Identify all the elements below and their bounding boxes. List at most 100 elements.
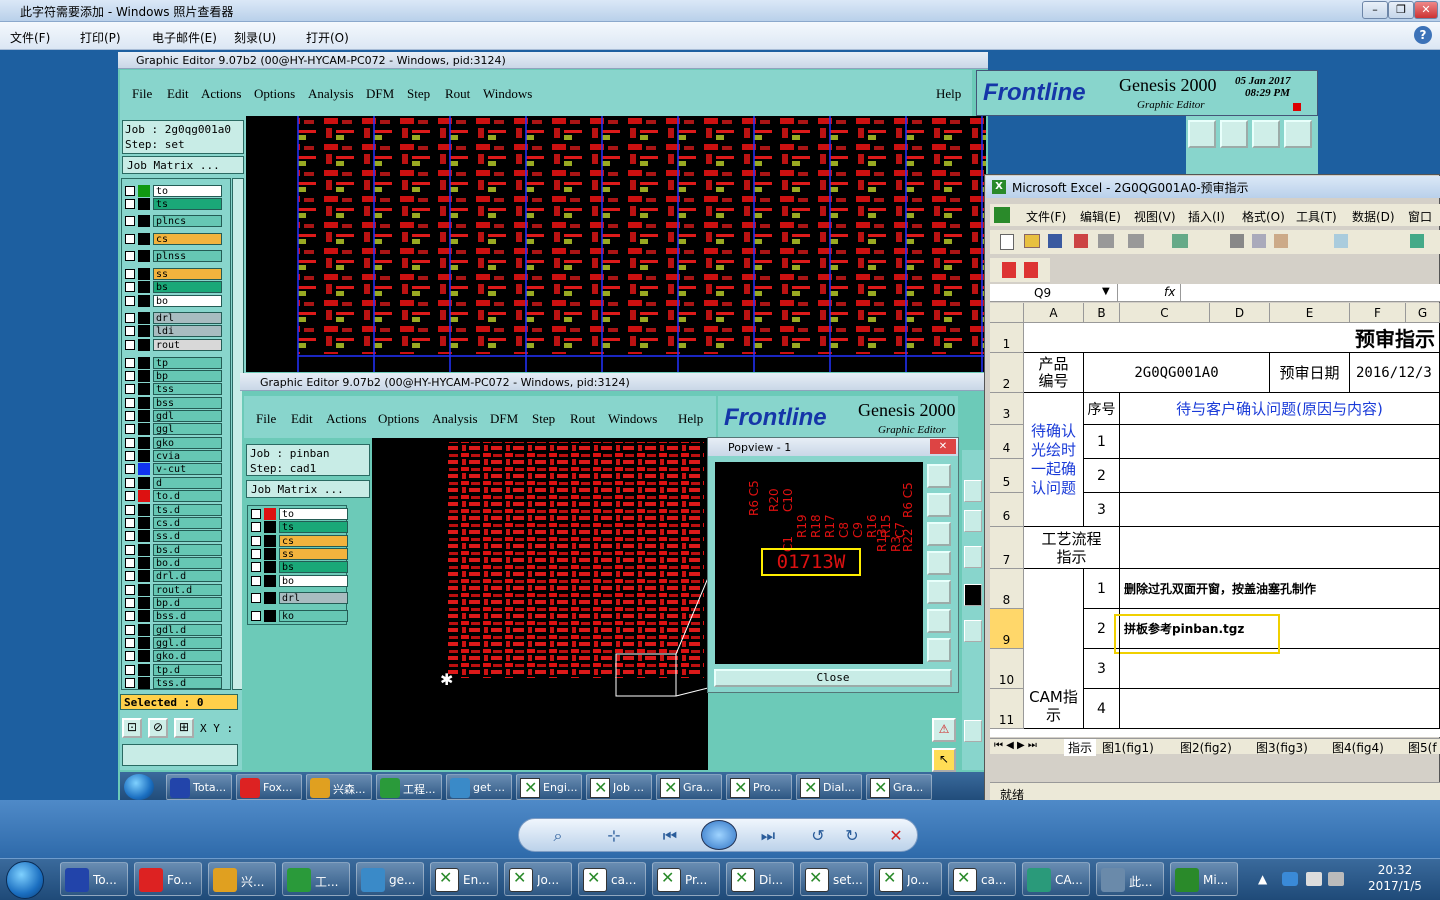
layer-row[interactable]: rout	[125, 339, 222, 351]
select-all-corner[interactable]	[990, 303, 1024, 323]
g2-tool-3-icon[interactable]	[964, 546, 982, 568]
xl-menu-data[interactable]: 数据(D)	[1352, 208, 1395, 225]
layer-row[interactable]: to.d	[125, 490, 222, 502]
taskbar-item[interactable]: 此...	[1096, 862, 1164, 896]
rotate-right-icon[interactable]: ↻	[841, 825, 863, 847]
minimize-button[interactable]: –	[1362, 1, 1388, 19]
g2-menu-windows[interactable]: Windows	[608, 411, 657, 427]
menu-print[interactable]: 打印(P)	[80, 29, 121, 46]
actual-size-icon[interactable]: ⊹	[603, 825, 625, 847]
layer-checkbox[interactable]	[125, 518, 135, 528]
sheet-title[interactable]: 预审指示	[1024, 323, 1440, 353]
inner-start-icon[interactable]	[124, 774, 154, 800]
layer-checkbox[interactable]	[125, 269, 135, 279]
layer-row[interactable]: cs	[125, 233, 222, 245]
row-header-3[interactable]: 3	[990, 393, 1024, 425]
inner-taskbar-item[interactable]: Engi...	[516, 774, 582, 800]
xl-menu-window[interactable]: 窗口	[1408, 208, 1432, 225]
layer-checkbox[interactable]	[251, 593, 261, 603]
layer-checkbox[interactable]	[125, 598, 135, 608]
process-label[interactable]: 工艺流程指示	[1024, 527, 1120, 569]
row-header-7[interactable]: 7	[990, 527, 1024, 569]
pop-zoom-in-icon[interactable]	[927, 464, 951, 488]
taskbar-item[interactable]: Di...	[726, 862, 794, 896]
layer-checkbox[interactable]	[125, 451, 135, 461]
pending-header[interactable]: 待与客户确认问题(原因与内容)	[1120, 393, 1440, 425]
measure-tool-icon[interactable]: ⊘	[148, 718, 168, 738]
pending-2[interactable]	[1120, 459, 1440, 493]
layer-row[interactable]: ldi	[125, 325, 222, 337]
hyperlink-icon[interactable]	[1410, 234, 1424, 248]
layer-row[interactable]: drl.d	[125, 570, 222, 582]
g2-menu-analysis[interactable]: Analysis	[432, 411, 478, 427]
layer-checkbox[interactable]	[125, 678, 135, 688]
network-icon[interactable]	[1282, 872, 1298, 886]
sheet-tab-fig4[interactable]: 图4(fig4)	[1332, 739, 1384, 756]
pending-3[interactable]	[1120, 493, 1440, 527]
save-file-icon[interactable]	[1048, 234, 1062, 248]
taskbar-item[interactable]: Fo...	[134, 862, 202, 896]
close-button[interactable]: ✕	[1414, 1, 1438, 19]
layer-checkbox[interactable]	[125, 199, 135, 209]
taskbar-item[interactable]: ca...	[948, 862, 1016, 896]
cam-seq-4[interactable]: 4	[1084, 689, 1120, 729]
cam-label[interactable]: CAM指示	[1024, 569, 1084, 729]
layer-checkbox[interactable]	[125, 585, 135, 595]
layer-checkbox[interactable]	[125, 558, 135, 568]
layer-row[interactable]: drl	[125, 312, 222, 324]
xl-menu-file[interactable]: 文件(F)	[1026, 208, 1066, 225]
g2-job-matrix-button[interactable]: Job Matrix ...	[246, 480, 370, 498]
taskbar-item[interactable]: Jo...	[504, 862, 572, 896]
inner-taskbar-item[interactable]: 兴森...	[306, 774, 372, 800]
gm-menu-step[interactable]: Step	[407, 86, 430, 102]
inner-taskbar-item[interactable]: get ...	[446, 774, 512, 800]
next-icon[interactable]: ⏭	[757, 825, 779, 847]
layer-checkbox[interactable]	[125, 384, 135, 394]
gm-menu-analysis[interactable]: Analysis	[308, 86, 354, 102]
layer-row[interactable]: bp	[125, 370, 222, 382]
product-label[interactable]: 产品编号	[1024, 353, 1084, 393]
layer-checkbox[interactable]	[125, 371, 135, 381]
cam-seq-1[interactable]: 1	[1084, 569, 1120, 609]
g2-tool-1-icon[interactable]	[964, 480, 982, 502]
layer-row[interactable]: rout.d	[125, 584, 222, 596]
inner-taskbar-item[interactable]: 工程...	[376, 774, 442, 800]
g2-menu-edit[interactable]: Edit	[291, 411, 313, 427]
open-file-icon[interactable]	[1024, 234, 1040, 248]
sheet-tab-instructions[interactable]: 指示	[1064, 739, 1097, 756]
layer-row[interactable]: plncs	[125, 215, 222, 227]
taskbar-item[interactable]: set...	[800, 862, 868, 896]
copy-icon[interactable]	[1252, 234, 1266, 248]
g2-layer-row[interactable]: ss	[251, 548, 348, 560]
new-file-icon[interactable]	[1000, 234, 1014, 250]
pop-move-icon[interactable]	[927, 609, 951, 633]
layer-row[interactable]: ss.d	[125, 530, 222, 542]
g2-layer-row[interactable]: bo	[251, 575, 348, 587]
taskbar-item[interactable]: Jo...	[874, 862, 942, 896]
row-header-10[interactable]: 10	[990, 649, 1024, 689]
xl-menu-tools[interactable]: 工具(T)	[1296, 208, 1337, 225]
pop-save-icon[interactable]	[927, 522, 951, 546]
g2-menu-options[interactable]: Options	[378, 411, 419, 427]
layer-checkbox[interactable]	[251, 576, 261, 586]
layer-checkbox[interactable]	[251, 522, 261, 532]
layer-checkbox[interactable]	[125, 571, 135, 581]
layer-checkbox[interactable]	[125, 411, 135, 421]
layer-row[interactable]: tp	[125, 357, 222, 369]
layer-checkbox[interactable]	[125, 313, 135, 323]
grid-tool-icon[interactable]: ⊞	[174, 718, 194, 738]
col-header-b[interactable]: B	[1084, 303, 1120, 323]
g2-tool-5-icon[interactable]	[964, 620, 982, 642]
layer-checkbox[interactable]	[125, 505, 135, 515]
sheet-tab-fig5[interactable]: 图5(f	[1408, 739, 1437, 756]
layer-checkbox[interactable]	[125, 438, 135, 448]
row-header-1[interactable]: 1	[990, 323, 1024, 353]
layer-row[interactable]: bp.d	[125, 597, 222, 609]
layer-checkbox[interactable]	[125, 491, 135, 501]
warning-icon[interactable]: ⚠	[932, 718, 956, 742]
seq-2[interactable]: 2	[1084, 459, 1120, 493]
layer-row[interactable]: cs.d	[125, 517, 222, 529]
layer-row[interactable]: bo	[125, 295, 222, 307]
g2-layer-row[interactable]: ts	[251, 521, 348, 533]
layer-checkbox[interactable]	[125, 251, 135, 261]
